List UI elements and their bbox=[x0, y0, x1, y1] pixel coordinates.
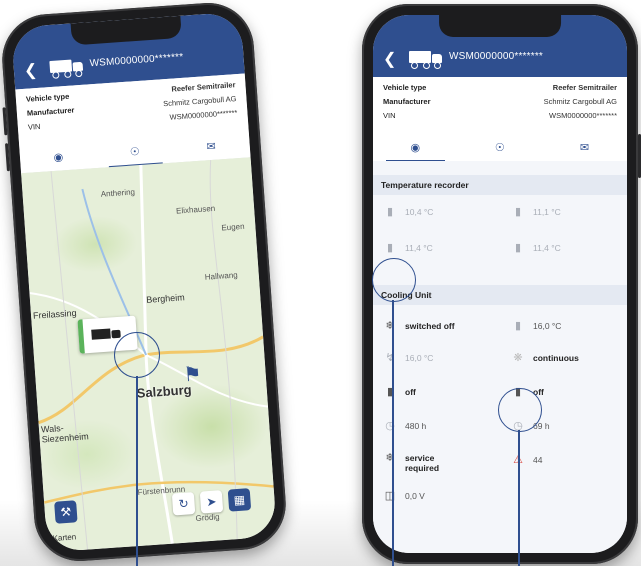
callout-line bbox=[136, 376, 138, 566]
poi-marker-icon: ⚑ bbox=[182, 363, 203, 387]
left-screen: ❮ WSM0000000******* Vehicle type Reefer S… bbox=[10, 11, 278, 553]
tab-overview[interactable]: ◉ bbox=[373, 135, 458, 162]
vin-value: WSM0000000******* bbox=[169, 108, 238, 122]
vin-label: VIN bbox=[383, 111, 396, 120]
map-label: Grödig bbox=[195, 512, 220, 523]
callout-line bbox=[392, 300, 394, 566]
vehicle-type-value: Reefer Semitrailer bbox=[171, 80, 236, 94]
list-item: ▮ 11,4 °C bbox=[383, 241, 483, 257]
tab-messages[interactable]: ✉ bbox=[542, 135, 627, 161]
settings-button[interactable]: ⚒ bbox=[54, 500, 78, 524]
refresh-icon: ↻ bbox=[178, 496, 190, 512]
thermometer-icon: ▮ bbox=[386, 386, 394, 398]
list-item: ▮ 11,4 °C bbox=[511, 241, 611, 257]
list-item: ◫ 0,0 V bbox=[384, 490, 425, 502]
vehicle-info: Vehicle type Reefer Semitrailer Manufactu… bbox=[373, 77, 627, 135]
manufacturer-value: Schmitz Cargobull AG bbox=[543, 97, 617, 106]
location-icon: ☉ bbox=[129, 145, 141, 159]
notch bbox=[439, 15, 561, 37]
thermometer-icon: ▮ bbox=[514, 242, 522, 254]
manufacturer-label: Manufacturer bbox=[383, 97, 431, 106]
eye-icon: ◉ bbox=[53, 151, 64, 164]
list-item: ❋ continuous bbox=[511, 351, 611, 367]
list-item: ❄ service required bbox=[383, 451, 493, 477]
callout-line bbox=[518, 430, 520, 566]
mail-icon: ✉ bbox=[579, 142, 590, 154]
header-vin: WSM0000000******* bbox=[89, 51, 184, 70]
vehicle-type-label: Vehicle type bbox=[383, 83, 427, 92]
fan-icon: ❋ bbox=[513, 352, 523, 364]
map-label: Wals-Siezenheim bbox=[40, 422, 90, 445]
location-icon: ☉ bbox=[494, 142, 505, 154]
thermometer-icon: ▮ bbox=[386, 206, 394, 218]
locate-button[interactable]: ➤ bbox=[199, 490, 224, 514]
section-title: Temperature recorder bbox=[381, 180, 469, 190]
volume-button bbox=[2, 107, 8, 136]
map-icon: ▦ bbox=[233, 492, 246, 508]
callout-circle bbox=[372, 258, 416, 302]
list-item: ▮ 11,1 °C bbox=[511, 205, 611, 221]
status-list: Temperature recorder ▮ 10,4 °C ▮ 11,1 °C ▮… bbox=[373, 161, 627, 553]
map-label: Eugen bbox=[221, 221, 245, 233]
list-item: ▮ 10,4 °C bbox=[383, 205, 483, 221]
maps-attribution: Karten bbox=[52, 532, 77, 543]
clock-icon: ◷ bbox=[385, 420, 395, 432]
truck-icon bbox=[91, 328, 122, 342]
vin-value: WSM0000000******* bbox=[549, 111, 617, 120]
tab-bar: ◉ ☉ ✉ bbox=[373, 135, 627, 162]
vehicle-type-value: Reefer Semitrailer bbox=[552, 83, 617, 92]
list-item: ▮ 16,0 °C bbox=[511, 319, 611, 335]
list-item: ▮ off bbox=[383, 385, 493, 401]
back-icon[interactable]: ❮ bbox=[383, 49, 396, 69]
battery-icon: ◫ bbox=[384, 490, 396, 502]
truck-icon bbox=[409, 51, 443, 69]
header-vin: WSM0000000******* bbox=[449, 51, 544, 62]
truck-icon bbox=[49, 59, 84, 79]
thermometer-icon: ▮ bbox=[514, 206, 522, 218]
list-item: ⚠44 bbox=[511, 453, 611, 469]
section-header: Temperature recorder bbox=[373, 175, 627, 195]
refresh-button[interactable]: ↻ bbox=[171, 492, 196, 516]
list-item: ❄ switched off bbox=[383, 319, 493, 335]
eye-icon: ◉ bbox=[410, 142, 421, 154]
vin-label: VIN bbox=[27, 121, 41, 132]
list-item: ◷ 480 h bbox=[383, 419, 493, 435]
back-icon[interactable]: ❮ bbox=[23, 60, 38, 81]
mail-icon: ✉ bbox=[206, 140, 217, 154]
list-item: ↯ 16,0 °C bbox=[383, 351, 493, 367]
tab-location[interactable]: ☉ bbox=[458, 135, 543, 161]
volume-button bbox=[4, 143, 10, 172]
snowflake-icon: ❄ bbox=[385, 320, 395, 332]
service-icon: ❄ bbox=[385, 452, 395, 464]
manufacturer-label: Manufacturer bbox=[26, 105, 75, 118]
left-phone: ❮ WSM0000000******* Vehicle type Reefer S… bbox=[0, 0, 289, 565]
callout-circle bbox=[114, 332, 160, 378]
callout-circle bbox=[498, 388, 542, 432]
navigation-arrow-icon: ➤ bbox=[205, 494, 218, 510]
wrench-icon: ⚒ bbox=[59, 504, 72, 520]
thermometer-icon: ▮ bbox=[514, 320, 522, 332]
map-type-button[interactable]: ▦ bbox=[227, 488, 252, 512]
thermometer-icon: ▮ bbox=[386, 242, 394, 254]
setpoint-icon: ↯ bbox=[385, 352, 395, 364]
vehicle-type-label: Vehicle type bbox=[25, 91, 70, 104]
